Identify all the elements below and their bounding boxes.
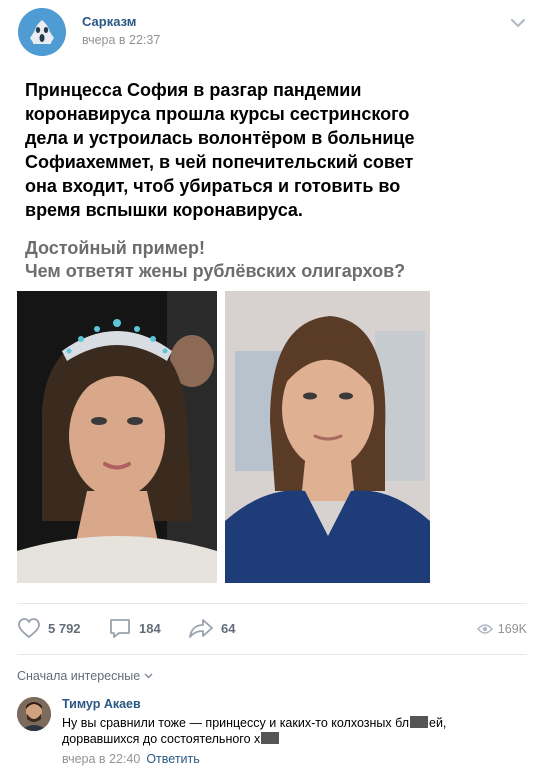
divider-top [17, 603, 527, 604]
comment-author-avatar[interactable] [17, 697, 51, 731]
reply-button[interactable]: Ответить [146, 752, 199, 766]
comment-author-name[interactable]: Тимур Акаев [62, 697, 141, 711]
share-count: 64 [221, 620, 236, 636]
chevron-down-icon[interactable] [510, 16, 526, 28]
heart-icon [18, 618, 40, 639]
group-avatar[interactable] [18, 8, 66, 56]
comment-text: Ну вы сравнили тоже — принцессу и каких-… [62, 715, 532, 747]
comment-meta: вчера в 22:40 Ответить [62, 752, 200, 766]
share-icon [189, 619, 213, 638]
comment-sort-dropdown[interactable]: Сначала интересные [17, 669, 153, 683]
censor-block [261, 732, 280, 744]
views-count: 169K [497, 622, 527, 636]
censor-block [410, 716, 428, 728]
comment-timestamp[interactable]: вчера в 22:40 [62, 752, 140, 766]
like-count: 5 792 [48, 620, 81, 636]
chevron-down-icon [144, 673, 153, 679]
share-button[interactable]: 64 [188, 616, 235, 640]
comment-button[interactable]: 184 [108, 616, 161, 640]
post-header: Сарказм вчера в 22:37 [0, 0, 549, 64]
comment-sort-label: Сначала интересные [17, 669, 141, 683]
comment-icon [110, 619, 130, 638]
group-name-link[interactable]: Сарказм [82, 14, 136, 29]
post-actions-bar: 5 792 184 64 169K [0, 612, 549, 644]
eye-icon [476, 624, 493, 634]
post-photo-left[interactable] [17, 291, 217, 583]
divider-bottom [17, 654, 527, 655]
like-button[interactable]: 5 792 [17, 616, 81, 640]
post-photo-right[interactable] [225, 291, 430, 583]
comment-count: 184 [139, 620, 161, 636]
comment-text-part1: Ну вы сравнили тоже — принцессу и каких-… [62, 716, 409, 730]
post-subtext: Достойный пример! Чем ответят жены рублё… [25, 237, 465, 283]
post-subtext-line2: Чем ответят жены рублёвских олигархов? [25, 261, 406, 281]
views-counter: 169K [476, 622, 527, 636]
post-subtext-line1: Достойный пример! [25, 238, 206, 258]
comment-text-part3: дорвавшихся до состоятельного х [62, 732, 261, 746]
comment-text-part2: ей, [429, 716, 447, 730]
post-text: Принцесса София в разгар пандемии корона… [25, 80, 415, 220]
post-timestamp[interactable]: вчера в 22:37 [82, 33, 160, 47]
